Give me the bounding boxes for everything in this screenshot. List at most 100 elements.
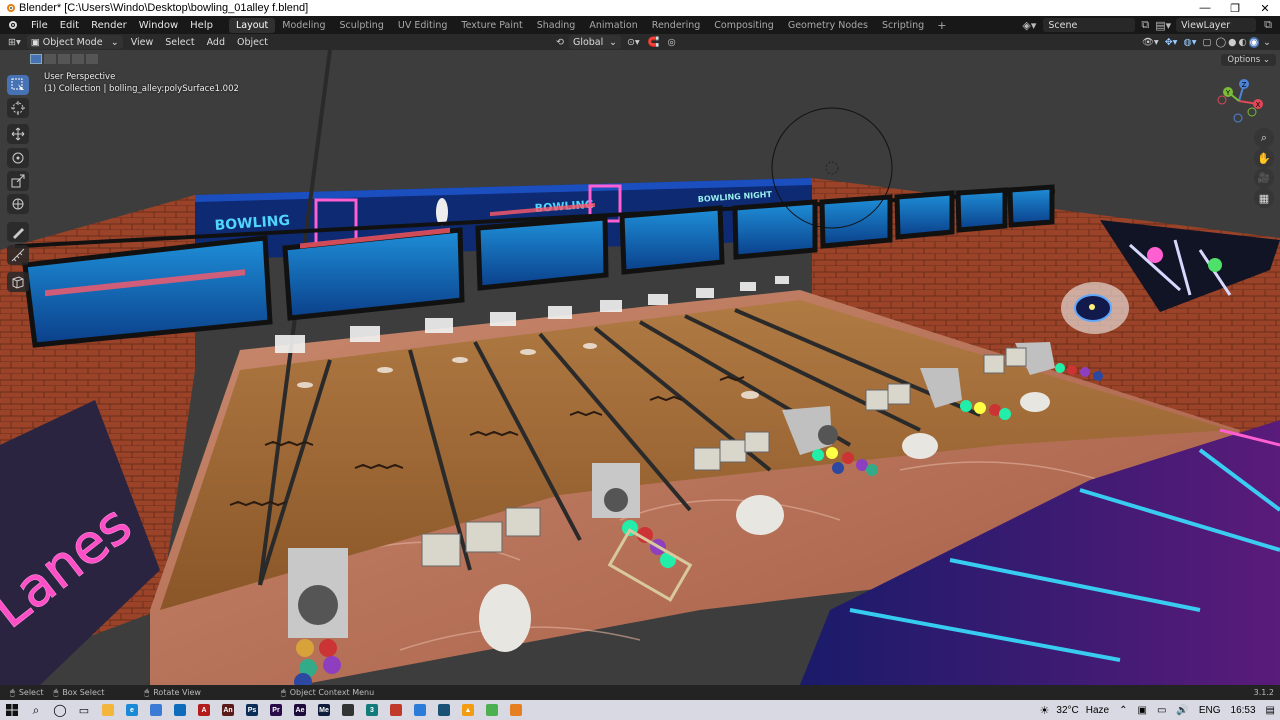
scene-selector[interactable]: Scene bbox=[1043, 18, 1136, 32]
weather-temperature[interactable]: 32°C bbox=[1056, 705, 1078, 716]
tab-shading[interactable]: Shading bbox=[530, 18, 583, 33]
notifications-icon[interactable]: ▤ bbox=[1266, 705, 1275, 716]
taskbar-app-media-encoder[interactable]: Me bbox=[312, 700, 336, 720]
mode-dropdown[interactable]: ▣ Object Mode ⌄ bbox=[26, 35, 123, 49]
tab-modeling[interactable]: Modeling bbox=[275, 18, 332, 33]
taskbar-app-premiere[interactable]: Pr bbox=[264, 700, 288, 720]
taskbar-app-mail[interactable] bbox=[168, 700, 192, 720]
menu-add[interactable]: Add bbox=[201, 37, 231, 48]
transform-orientation-dropdown[interactable]: Global ⌄ bbox=[568, 35, 621, 49]
proportional-edit-icon[interactable]: ◎ bbox=[668, 37, 676, 48]
select-subtract-icon[interactable] bbox=[58, 54, 70, 64]
view-layer-icon[interactable]: ▤▾ bbox=[1155, 19, 1171, 32]
view-layer-selector[interactable]: ViewLayer bbox=[1176, 18, 1257, 32]
add-workspace-button[interactable]: + bbox=[931, 19, 952, 32]
volume-icon[interactable]: 🔊 bbox=[1176, 705, 1188, 716]
network-icon[interactable]: ▣ bbox=[1137, 705, 1146, 716]
tab-scripting[interactable]: Scripting bbox=[875, 18, 931, 33]
tray-chevron-icon[interactable]: ⌃ bbox=[1119, 705, 1127, 716]
tab-rendering[interactable]: Rendering bbox=[645, 18, 708, 33]
pan-button[interactable]: ✋ bbox=[1254, 148, 1274, 168]
menu-object[interactable]: Object bbox=[231, 37, 274, 48]
tab-uv-editing[interactable]: UV Editing bbox=[391, 18, 455, 33]
taskbar-app-inkscape[interactable] bbox=[336, 700, 360, 720]
taskbar-app-blender[interactable] bbox=[504, 700, 528, 720]
search-button[interactable]: ⌕ bbox=[24, 700, 48, 720]
menu-edit[interactable]: Edit bbox=[54, 20, 85, 31]
close-button[interactable]: ✕ bbox=[1250, 2, 1280, 15]
navigation-gizmo[interactable]: X Z Y bbox=[1214, 76, 1264, 126]
weather-description[interactable]: Haze bbox=[1086, 705, 1109, 716]
status-rotate-view: Rotate View bbox=[153, 688, 201, 697]
tool-scale[interactable] bbox=[7, 171, 29, 191]
select-extend-icon[interactable] bbox=[44, 54, 56, 64]
taskbar-app-maps[interactable] bbox=[408, 700, 432, 720]
blender-menu-icon[interactable] bbox=[5, 19, 19, 31]
tool-transform[interactable] bbox=[7, 194, 29, 214]
scene-icon[interactable]: ◈▾ bbox=[1022, 19, 1036, 32]
select-intersect-icon[interactable] bbox=[86, 54, 98, 64]
gizmo-icon[interactable]: ✥▾ bbox=[1165, 37, 1178, 48]
options-dropdown[interactable]: Options ⌄ bbox=[1221, 54, 1276, 66]
tab-texture-paint[interactable]: Texture Paint bbox=[454, 18, 529, 33]
new-scene-icon[interactable]: ⧉ bbox=[1141, 18, 1149, 32]
select-new-icon[interactable] bbox=[30, 54, 42, 64]
tool-add-cube[interactable] bbox=[7, 272, 29, 292]
taskbar-app-animate[interactable]: An bbox=[216, 700, 240, 720]
taskbar-app-chrome[interactable] bbox=[480, 700, 504, 720]
taskbar-app-sketchup[interactable] bbox=[384, 700, 408, 720]
new-view-layer-icon[interactable]: ⧉ bbox=[1264, 18, 1272, 32]
battery-icon[interactable]: ▭ bbox=[1157, 705, 1166, 716]
menu-file[interactable]: File bbox=[25, 20, 54, 31]
tab-layout[interactable]: Layout bbox=[228, 17, 276, 33]
overlay-icon[interactable]: ◍▾ bbox=[1183, 37, 1196, 48]
tab-geometry-nodes[interactable]: Geometry Nodes bbox=[781, 18, 875, 33]
taskbar-app-after-effects[interactable]: Ae bbox=[288, 700, 312, 720]
taskbar-app-file-explorer[interactable] bbox=[96, 700, 120, 720]
minimize-button[interactable]: — bbox=[1190, 2, 1220, 15]
language-indicator[interactable]: ENG bbox=[1199, 705, 1221, 716]
taskbar-app-store[interactable] bbox=[144, 700, 168, 720]
tool-measure[interactable] bbox=[7, 245, 29, 265]
tab-sculpting[interactable]: Sculpting bbox=[332, 18, 390, 33]
3d-viewport[interactable]: BOWLING BOWLING BOWLING NIGHT bbox=[0, 50, 1280, 685]
zoom-button[interactable]: ⌕ bbox=[1254, 128, 1274, 148]
taskbar-app-3d-app[interactable]: 3 bbox=[360, 700, 384, 720]
tool-select-box[interactable] bbox=[7, 75, 29, 95]
tool-annotate[interactable] bbox=[7, 222, 29, 242]
menu-view[interactable]: View bbox=[125, 37, 160, 48]
menu-window[interactable]: Window bbox=[133, 20, 184, 31]
material-shading-icon[interactable]: ◐ bbox=[1238, 37, 1246, 48]
tab-compositing[interactable]: Compositing bbox=[707, 18, 781, 33]
cortana-button[interactable]: ◯ bbox=[48, 700, 72, 720]
tab-animation[interactable]: Animation bbox=[582, 18, 644, 33]
menu-render[interactable]: Render bbox=[85, 20, 133, 31]
pivot-icon[interactable]: ⊙▾ bbox=[627, 37, 640, 48]
rendered-shading-icon[interactable]: ◉ bbox=[1248, 36, 1260, 48]
shading-options-icon[interactable]: ⌄ bbox=[1263, 37, 1271, 48]
ortho-toggle-button[interactable]: ▦ bbox=[1254, 188, 1274, 208]
taskbar-app-game-app[interactable] bbox=[432, 700, 456, 720]
taskbar-app-photoshop[interactable]: Ps bbox=[240, 700, 264, 720]
taskbar-app-vlc[interactable]: ▲ bbox=[456, 700, 480, 720]
taskbar-apps: e A An Ps Pr Ae Me 3 ▲ bbox=[96, 700, 528, 720]
tool-move[interactable] bbox=[7, 124, 29, 144]
wireframe-shading-icon[interactable]: ◯ bbox=[1216, 37, 1227, 48]
clock[interactable]: 16:53 bbox=[1231, 705, 1256, 716]
taskbar-app-edge[interactable]: e bbox=[120, 700, 144, 720]
menu-help[interactable]: Help bbox=[184, 20, 219, 31]
camera-view-button[interactable]: 🎥 bbox=[1254, 168, 1274, 188]
editor-type-icon[interactable]: ⊞▾ bbox=[8, 37, 21, 48]
snap-icon[interactable]: 🧲 bbox=[648, 37, 660, 48]
visibility-icon[interactable]: 👁▾ bbox=[1142, 37, 1159, 48]
solid-shading-icon[interactable]: ● bbox=[1228, 37, 1236, 48]
xray-icon[interactable]: ▢ bbox=[1203, 37, 1212, 48]
select-invert-icon[interactable] bbox=[72, 54, 84, 64]
start-button[interactable] bbox=[0, 700, 24, 720]
maximize-button[interactable]: ❐ bbox=[1220, 2, 1250, 15]
task-view-button[interactable]: ▭ bbox=[72, 700, 96, 720]
taskbar-app-acrobat[interactable]: A bbox=[192, 700, 216, 720]
tool-rotate[interactable] bbox=[7, 148, 29, 168]
menu-select[interactable]: Select bbox=[159, 37, 200, 48]
tool-cursor[interactable] bbox=[7, 98, 29, 118]
